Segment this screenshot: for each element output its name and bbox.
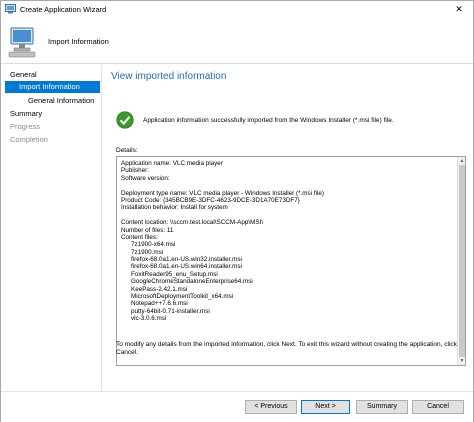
nav-item-progress: Progress — [10, 122, 41, 131]
close-button[interactable]: ✕ — [447, 2, 471, 17]
step-title: Import Information — [48, 37, 109, 46]
cancel-button[interactable]: Cancel — [412, 400, 464, 414]
window-title: Create Application Wizard — [20, 5, 107, 14]
content-file-item: GoogleChromeStandaloneEnterprise64.msi — [131, 278, 253, 286]
details-lines: Application name: VLC media player Publis… — [121, 160, 461, 241]
content-file-item: Notepad++7.6.6.msi — [131, 300, 188, 308]
details-line: Deployment type name: VLC media player -… — [121, 189, 324, 197]
button-bar: < Previous Next > Summary Cancel — [1, 391, 473, 422]
summary-button[interactable]: Summary — [356, 400, 408, 414]
content-file-item: 7z1900-x64.msi — [131, 241, 176, 249]
nav-item-import-information[interactable]: Import Information — [5, 81, 100, 93]
nav-item-completion: Completion — [10, 135, 48, 144]
close-icon: ✕ — [455, 4, 463, 14]
details-line: Installation behavior: Install for syste… — [121, 204, 228, 212]
main-content: View imported information Application in… — [103, 65, 473, 390]
success-check-icon — [116, 111, 134, 129]
next-button[interactable]: Next > — [301, 400, 350, 414]
wizard-app-icon — [5, 4, 16, 14]
scrollbar-thumb[interactable] — [459, 165, 465, 357]
content-file-item: 7z1900.msi — [131, 248, 164, 256]
details-scrollbar[interactable]: ▲ ▼ — [457, 157, 465, 365]
details-textbox[interactable]: Application name: VLC media player Publis… — [116, 156, 466, 366]
details-line: Publisher: — [121, 167, 150, 175]
previous-button[interactable]: < Previous — [245, 400, 297, 414]
nav-item-general[interactable]: General — [10, 70, 37, 79]
content-file-item: firefox-68.0a1.en-US.win64.installer.msi — [131, 263, 242, 271]
content-file-item: firefox-68.0a1.en-US.win32.installer.msi — [131, 256, 242, 264]
details-line: Application name: VLC media player — [121, 160, 223, 167]
content-files-list: 7z1900-x64.msi 7z1900.msi firefox-68.0a1.e… — [121, 241, 461, 322]
details-line: Software version: — [121, 174, 170, 182]
status-message: Application information successfully imp… — [143, 117, 394, 124]
details-line — [121, 182, 461, 189]
content-file-item: putty-64bit-0.71-installer.msi — [131, 307, 210, 315]
content-file-item: FoxitReader95_enu_Setup.msi — [131, 270, 218, 278]
details-line: Content files: — [121, 233, 158, 241]
details-line: Content location: \\sccm.test.local\SCCM… — [121, 219, 264, 227]
title-bar: Create Application Wizard ✕ — [1, 1, 473, 18]
content-file-item: vlc-3.0.6.msi — [131, 315, 167, 323]
wizard-window: Create Application Wizard ✕ Import Infor… — [0, 0, 474, 422]
scroll-up-icon[interactable]: ▲ — [458, 157, 465, 165]
nav-item-general-information[interactable]: General Information — [28, 96, 94, 105]
scroll-down-icon[interactable]: ▼ — [458, 357, 465, 365]
wizard-nav: General Import Information General Infor… — [1, 65, 102, 422]
instruction-text: To modify any details from the imported … — [116, 341, 457, 356]
content-file-item: MicrosoftDeploymentToolkit_x64.msi — [131, 293, 234, 301]
details-line: Number of files: 11 — [121, 226, 174, 234]
page-title: View imported information — [111, 71, 227, 82]
details-line — [121, 212, 461, 219]
computer-wizard-icon — [8, 27, 36, 58]
details-line: Product Code: {345BCB9E-3DFC-4623-9DCE-3… — [121, 196, 300, 204]
content-file-item: KeePass-2.42.1.msi — [131, 285, 188, 293]
details-label: Details: — [116, 147, 138, 154]
wizard-header: Import Information — [1, 18, 473, 64]
nav-item-summary[interactable]: Summary — [10, 109, 42, 118]
